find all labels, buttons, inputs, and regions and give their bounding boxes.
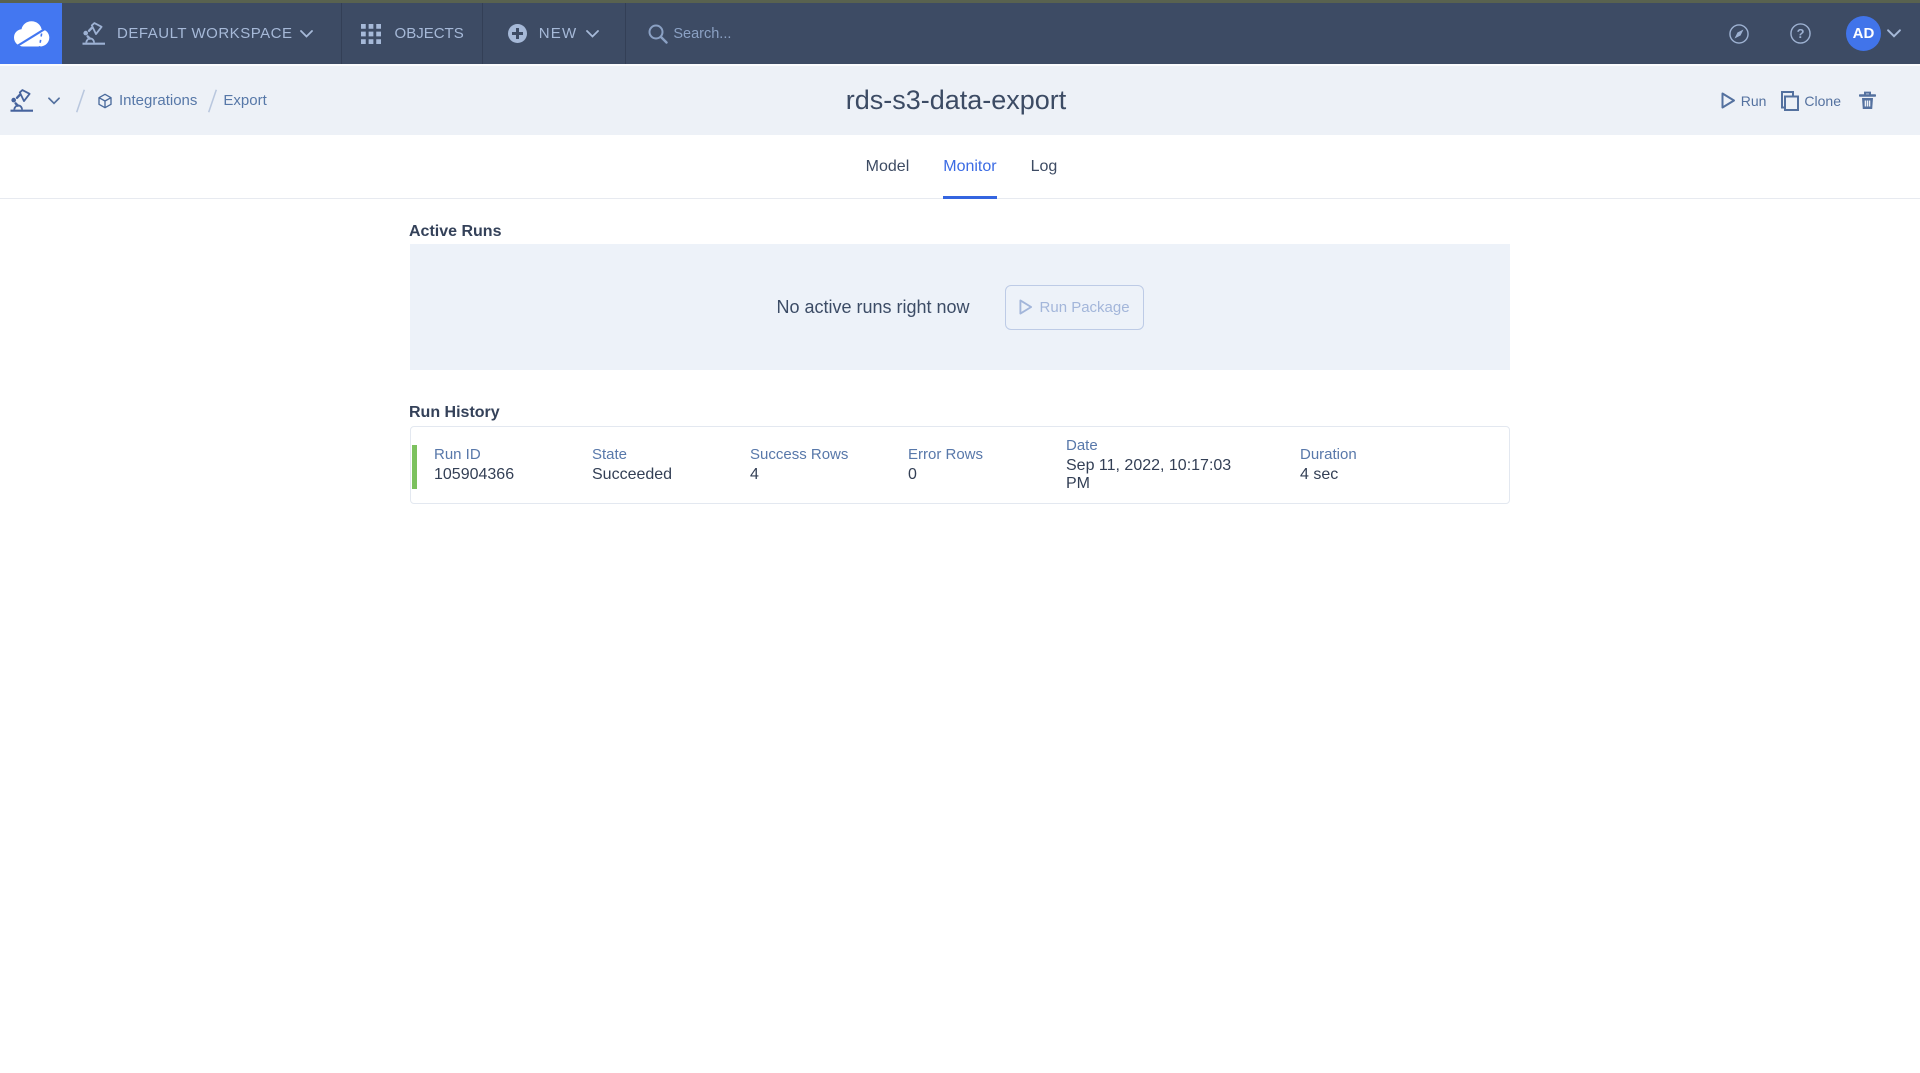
svg-text:?: ? xyxy=(1797,26,1805,41)
